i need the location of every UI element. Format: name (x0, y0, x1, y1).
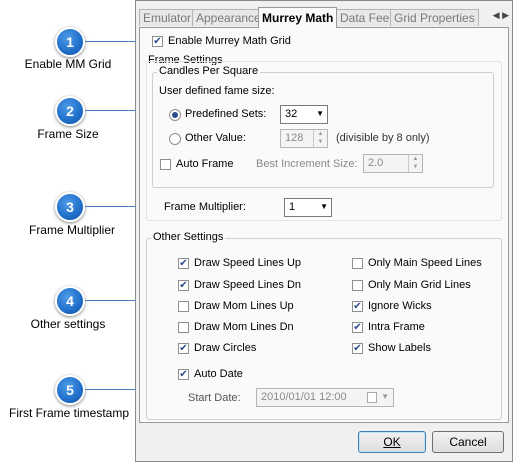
enable-grid-checkbox[interactable] (152, 36, 163, 47)
chevron-down-icon: ▼ (320, 202, 328, 211)
other-value-hint: (divisible by 8 only) (336, 132, 430, 144)
predefined-sets-select[interactable]: 32 ▼ (280, 105, 328, 124)
ignore-wicks-checkbox[interactable] (352, 301, 363, 312)
other-value-spin-buttons[interactable]: ▲ ▼ (313, 130, 327, 147)
auto-frame-checkbox[interactable] (160, 159, 171, 170)
ok-button[interactable]: OK (358, 431, 426, 453)
chevron-down-icon[interactable]: ▼ (381, 392, 389, 401)
intra-frame-checkbox[interactable] (352, 322, 363, 333)
other-value-spinner[interactable]: 128 ▲ ▼ (280, 129, 328, 148)
best-increment-label: Best Increment Size: (256, 158, 358, 170)
best-increment-value: 2.0 (368, 157, 384, 169)
auto-date-label: Auto Date (194, 368, 243, 380)
draw-mom-lines-up-checkbox[interactable] (178, 301, 189, 312)
tab-appearance[interactable]: Appearance (192, 9, 265, 26)
frame-multiplier-value: 1 (289, 201, 296, 213)
other-settings-title: Other Settings (151, 231, 226, 243)
draw-circles-checkbox[interactable] (178, 343, 189, 354)
other-value-radio[interactable] (169, 133, 181, 145)
calendar-icon[interactable] (367, 392, 377, 403)
best-increment-spin-buttons[interactable]: ▲ ▼ (408, 155, 422, 172)
callout-5-badge: 5 (55, 375, 85, 405)
draw-mom-lines-dn-label: Draw Mom Lines Dn (194, 321, 294, 333)
auto-frame-label: Auto Frame (176, 158, 234, 170)
chevron-down-icon: ▼ (316, 109, 324, 118)
only-main-grid-lines-checkbox[interactable] (352, 280, 363, 291)
cancel-button-label: Cancel (449, 435, 487, 449)
callout-1-badge: 1 (55, 27, 85, 57)
candles-per-square-group: Candles Per Square User defined fame siz… (152, 65, 494, 188)
auto-date-checkbox[interactable] (178, 369, 189, 380)
draw-circles-label: Draw Circles (194, 342, 257, 354)
only-main-grid-lines-label: Only Main Grid Lines (368, 279, 471, 291)
tab-grid-properties[interactable]: Grid Properties (390, 9, 479, 26)
draw-mom-lines-dn-checkbox[interactable] (178, 322, 189, 333)
tab-scroll-arrows[interactable]: ◀ ▶ (493, 10, 509, 21)
ignore-wicks-label: Ignore Wicks (368, 300, 432, 312)
candles-per-square-title: Candles Per Square (157, 65, 261, 77)
start-date-value: 2010/01/01 12:00 (261, 391, 347, 403)
frame-multiplier-select[interactable]: 1 ▼ (284, 198, 332, 217)
draw-speed-lines-up-checkbox[interactable] (178, 258, 189, 269)
draw-mom-lines-up-label: Draw Mom Lines Up (194, 300, 294, 312)
tab-scroll-left-icon[interactable]: ◀ (493, 10, 500, 20)
murrey-math-panel: Enable Murrey Math Grid Frame Settings C… (139, 27, 509, 423)
frame-settings-group: Candles Per Square User defined fame siz… (146, 61, 502, 221)
other-settings-group: Other Settings Draw Speed Lines Up Draw … (146, 231, 502, 420)
spin-down-icon[interactable]: ▼ (409, 163, 422, 171)
start-date-picker[interactable]: 2010/01/01 12:00 ▼ (256, 388, 394, 407)
predefined-sets-radio[interactable] (169, 109, 181, 121)
callout-5-label: First Frame timestamp (8, 406, 129, 420)
spin-up-icon[interactable]: ▲ (409, 155, 422, 163)
intra-frame-label: Intra Frame (368, 321, 425, 333)
tab-bar: Emulator Appearance Murrey Math Data Fee… (136, 7, 512, 28)
callout-2-badge: 2 (55, 96, 85, 126)
callout-4-badge: 4 (55, 286, 85, 316)
cancel-button[interactable]: Cancel (432, 431, 504, 453)
spin-up-icon[interactable]: ▲ (314, 130, 327, 138)
start-date-label: Start Date: (188, 392, 241, 404)
best-increment-spinner[interactable]: 2.0 ▲ ▼ (363, 154, 423, 173)
enable-grid-label: Enable Murrey Math Grid (168, 35, 291, 47)
tab-murrey-math[interactable]: Murrey Math (258, 7, 338, 28)
callout-1-label: Enable MM Grid (24, 57, 112, 71)
spin-down-icon[interactable]: ▼ (314, 138, 327, 146)
predefined-sets-value: 32 (285, 108, 298, 120)
callout-4-label: Other settings (30, 317, 106, 331)
other-value-label: Other Value: (185, 132, 246, 144)
only-main-speed-lines-label: Only Main Speed Lines (368, 257, 482, 269)
callout-2-label: Frame Size (37, 127, 99, 141)
ok-button-label: OK (383, 435, 401, 449)
show-labels-label: Show Labels (368, 342, 431, 354)
tab-emulator[interactable]: Emulator (139, 9, 196, 26)
settings-dialog: Emulator Appearance Murrey Math Data Fee… (135, 0, 513, 462)
show-labels-checkbox[interactable] (352, 343, 363, 354)
draw-speed-lines-dn-checkbox[interactable] (178, 280, 189, 291)
callout-3-badge: 3 (55, 192, 85, 222)
only-main-speed-lines-checkbox[interactable] (352, 258, 363, 269)
draw-speed-lines-up-label: Draw Speed Lines Up (194, 257, 302, 269)
frame-multiplier-label: Frame Multiplier: (164, 201, 246, 213)
tab-scroll-right-icon[interactable]: ▶ (502, 10, 509, 20)
other-value-value: 128 (285, 132, 304, 144)
callout-3-label: Frame Multiplier (28, 223, 115, 237)
user-defined-label: User defined fame size: (159, 85, 275, 97)
draw-speed-lines-dn-label: Draw Speed Lines Dn (194, 279, 302, 291)
predefined-sets-label: Predefined Sets: (185, 108, 267, 120)
